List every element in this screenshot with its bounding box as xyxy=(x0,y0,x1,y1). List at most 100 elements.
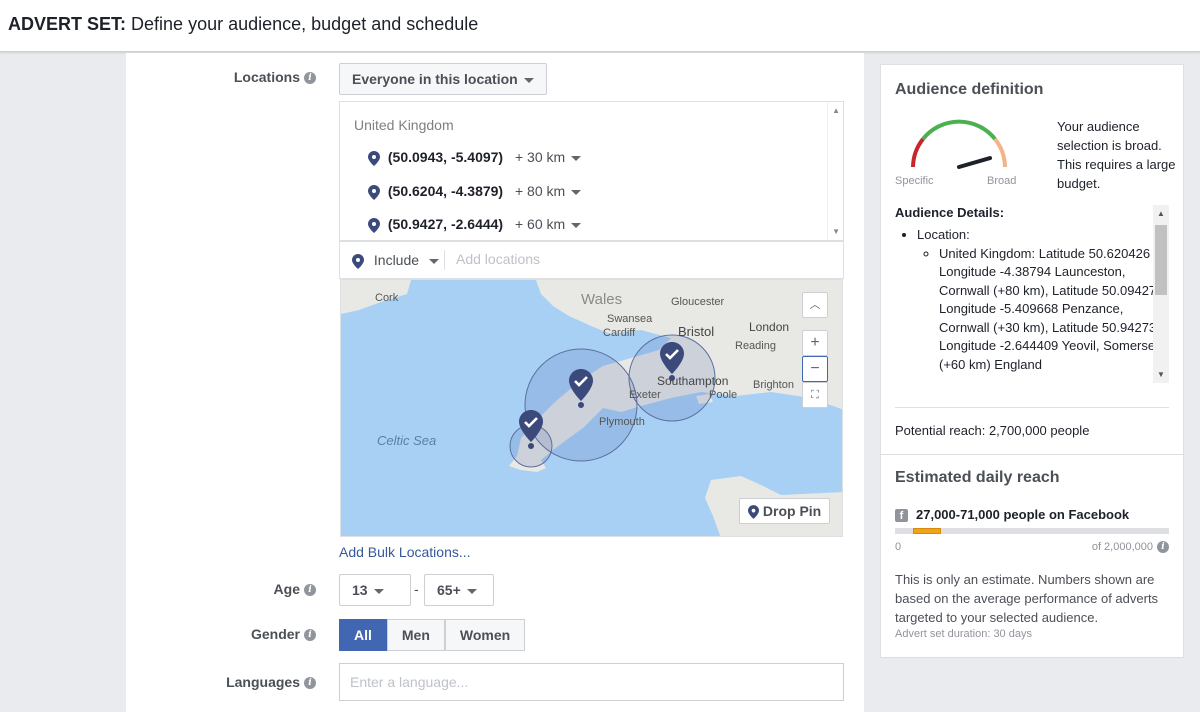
map-pin-icon xyxy=(368,217,380,233)
zoom-out-button[interactable]: − xyxy=(802,356,828,382)
map-label-swansea: Swansea xyxy=(607,313,653,325)
header-title: Define your audience, budget and schedul… xyxy=(131,14,479,34)
add-locations-input[interactable] xyxy=(454,250,814,268)
radius-dropdown[interactable]: + 30 km xyxy=(515,149,582,165)
location-map[interactable]: Cork Wales Gloucester Swansea Cardiff Br… xyxy=(340,279,843,537)
scrollbar-thumb[interactable] xyxy=(1155,225,1167,295)
scroll-up-icon[interactable]: ▲ xyxy=(1157,209,1165,218)
info-icon[interactable]: i xyxy=(304,677,316,690)
list-item: Location: United Kingdom: Latitude 50.62… xyxy=(917,226,1169,374)
audience-details-list: Location: United Kingdom: Latitude 50.62… xyxy=(895,226,1169,374)
location-pin-row[interactable]: (50.0943, -5.4097) + 30 km xyxy=(368,149,582,166)
divider xyxy=(881,454,1183,455)
location-scope-dropdown[interactable]: Everyone in this location xyxy=(339,63,547,95)
caret-down-icon xyxy=(571,189,582,195)
audience-details: Audience Details: Location: United Kingd… xyxy=(895,205,1169,383)
info-icon[interactable]: i xyxy=(304,629,316,642)
zoom-in-button[interactable]: + xyxy=(802,330,828,356)
map-pin-icon xyxy=(368,184,380,200)
estimate-note: This is only an estimate. Numbers shown … xyxy=(895,572,1159,625)
facebook-reach-row: f 27,000-71,000 people on Facebook xyxy=(895,507,1129,523)
details-scrollbar[interactable]: ▲ ▼ xyxy=(1153,205,1169,383)
potential-reach: Potential reach: 2,700,000 people xyxy=(895,423,1090,438)
drop-pin-button[interactable]: Drop Pin xyxy=(739,498,831,524)
location-list-scrollbar[interactable]: ▲ ▼ xyxy=(827,102,843,240)
age-min-dropdown[interactable]: 13 xyxy=(339,574,411,606)
gauge-specific-label: Specific xyxy=(895,175,934,187)
map-label-southampton: Southampton xyxy=(657,374,728,388)
gender-selector: All Men Women xyxy=(339,619,526,651)
map-pin-icon xyxy=(352,253,364,269)
reach-max-label: of 2,000,000 i xyxy=(1092,541,1169,554)
gauge-broad-label: Broad xyxy=(987,175,1017,187)
location-pin-row[interactable]: (50.6204, -4.3879) + 80 km xyxy=(368,183,582,200)
map-label-reading: Reading xyxy=(735,340,776,352)
add-bulk-locations-link[interactable]: Add Bulk Locations... xyxy=(339,544,471,560)
gender-label: Gender i xyxy=(126,626,316,642)
scroll-down-icon[interactable]: ▼ xyxy=(832,227,840,236)
caret-down-icon xyxy=(373,588,384,594)
pin-coordinates: (50.6204, -4.3879) xyxy=(387,183,504,199)
language-input[interactable] xyxy=(339,663,844,701)
reach-bar xyxy=(895,528,1169,534)
info-icon[interactable]: i xyxy=(304,584,316,597)
map-label-cork: Cork xyxy=(375,292,399,304)
age-separator: - xyxy=(414,581,419,597)
caret-down-icon xyxy=(571,155,582,161)
pin-coordinates: (50.9427, -2.6444) xyxy=(387,216,504,232)
targeting-panel: Locations i Everyone in this location Uni… xyxy=(126,53,864,712)
caret-down-icon xyxy=(571,222,582,228)
audience-summary-text: Your audience selection is broad. This r… xyxy=(1057,119,1176,191)
focus-icon: ⛶ xyxy=(811,389,819,401)
locations-label: Locations i xyxy=(126,69,316,85)
include-dropdown[interactable]: Include xyxy=(352,252,440,269)
audience-details-title: Audience Details: xyxy=(895,205,1005,220)
facebook-icon: f xyxy=(895,509,908,523)
scroll-down-icon[interactable]: ▼ xyxy=(1157,370,1165,379)
audience-definition-title: Audience definition xyxy=(895,81,1044,98)
country-name: United Kingdom xyxy=(354,117,454,133)
caret-down-icon xyxy=(466,588,477,594)
age-label: Age i xyxy=(126,581,316,597)
info-icon[interactable]: i xyxy=(304,72,316,85)
age-max-dropdown[interactable]: 65+ xyxy=(424,574,494,606)
map-label-poole: Poole xyxy=(709,389,737,401)
map-pan-up-button[interactable]: ︿ xyxy=(802,292,828,318)
chevron-up-icon: ︿ xyxy=(809,299,821,311)
info-icon[interactable]: i xyxy=(1157,541,1169,554)
gender-men-button[interactable]: Men xyxy=(386,619,445,651)
gender-women-button[interactable]: Women xyxy=(444,619,526,651)
map-label-bristol: Bristol xyxy=(678,324,714,339)
reach-range-fill xyxy=(913,528,942,534)
map-label-gloucester: Gloucester xyxy=(671,296,725,308)
map-label-cardiff: Cardiff xyxy=(603,327,636,339)
scroll-up-icon[interactable]: ▲ xyxy=(832,106,840,115)
caret-down-icon xyxy=(429,258,440,264)
map-label-wales: Wales xyxy=(581,291,622,308)
gauge-needle xyxy=(957,156,992,169)
pin-coordinates: (50.0943, -5.4097) xyxy=(387,149,504,165)
divider xyxy=(444,250,445,270)
advert-set-duration: Advert set duration: 30 days xyxy=(895,628,1032,640)
list-item: United Kingdom: Latitude 50.620426 Longi… xyxy=(939,245,1169,375)
reach-min-label: 0 xyxy=(895,541,902,553)
divider xyxy=(895,407,1169,408)
map-label-plymouth: Plymouth xyxy=(599,416,645,428)
recenter-button[interactable]: ⛶ xyxy=(802,382,828,408)
map-label-celtic-sea: Celtic Sea xyxy=(377,433,436,448)
audience-gauge xyxy=(911,119,1007,169)
map-pin-icon xyxy=(748,505,759,520)
location-list: United Kingdom (50.0943, -5.4097) + 30 k… xyxy=(339,101,844,241)
caret-down-icon xyxy=(523,77,534,83)
header-prefix: ADVERT SET: xyxy=(8,14,127,34)
daily-reach-title: Estimated daily reach xyxy=(895,469,1060,486)
page-header: ADVERT SET: Define your audience, budget… xyxy=(0,0,1200,52)
location-pin-row[interactable]: (50.9427, -2.6444) + 60 km xyxy=(368,216,582,233)
radius-dropdown[interactable]: + 80 km xyxy=(515,183,582,199)
radius-dropdown[interactable]: + 60 km xyxy=(515,216,582,232)
languages-label: Languages i xyxy=(126,674,316,690)
gender-all-button[interactable]: All xyxy=(339,619,387,651)
map-label-london: London xyxy=(749,320,789,334)
map-pin-icon xyxy=(368,150,380,166)
map-label-exeter: Exeter xyxy=(629,389,661,401)
